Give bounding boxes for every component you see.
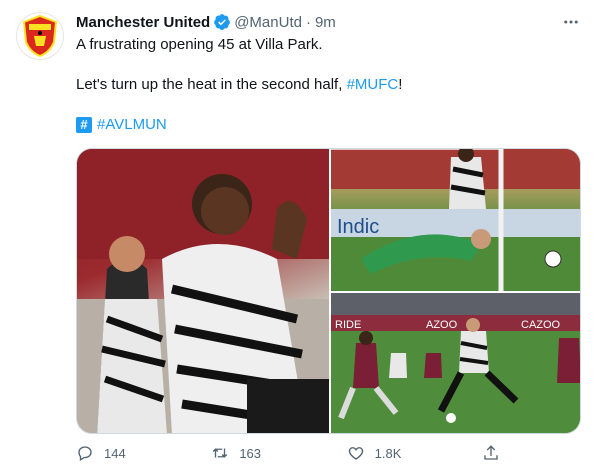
photo-goalkeeper-dive[interactable]: Indic: [331, 149, 580, 291]
author-handle[interactable]: @ManUtd: [234, 14, 302, 31]
photo-player-celebration[interactable]: [77, 149, 329, 433]
reply-button[interactable]: 144: [76, 444, 176, 462]
board-cazoo-text: CAZOO: [521, 319, 561, 331]
photo-grid: Indic RIDE AZOO CAZOO: [76, 148, 581, 434]
hashflag-line: # #AVLMUN: [76, 115, 581, 135]
hashtag-mufc-link[interactable]: #MUFC: [347, 76, 399, 93]
like-button[interactable]: 1.8K: [347, 444, 447, 462]
photo-match-action[interactable]: RIDE AZOO CAZOO: [331, 293, 580, 433]
retweet-icon: [213, 448, 228, 458]
board-ride-text: RIDE: [335, 319, 361, 331]
reply-count: 144: [104, 445, 126, 461]
tweet-text: A frustrating opening 45 at Villa Park. …: [76, 35, 581, 135]
hashtag-avlmun-link[interactable]: # #AVLMUN: [76, 115, 167, 135]
tweet-card[interactable]: Manchester United @ManUtd · 9m A frustra…: [0, 0, 596, 475]
more-options-icon[interactable]: [561, 12, 581, 32]
tweet-line-1: A frustrating opening 45 at Villa Park.: [76, 36, 323, 53]
tweet-actions: 144 163 1.8K: [76, 444, 506, 462]
tweet-content: Manchester United @ManUtd · 9m A frustra…: [76, 12, 581, 135]
hashtag-avlmun-text[interactable]: #AVLMUN: [97, 115, 167, 135]
avatar[interactable]: [16, 12, 64, 60]
share-icon: [484, 445, 498, 460]
reply-icon: [78, 446, 92, 461]
author-name[interactable]: Manchester United: [76, 14, 210, 31]
club-crest-icon: [22, 14, 58, 58]
verified-badge-icon: [213, 13, 231, 31]
board-azoo-text: AZOO: [426, 319, 458, 331]
retweet-button[interactable]: 163: [211, 444, 311, 462]
tweet-line-2-text: Let's turn up the heat in the second hal…: [76, 76, 347, 93]
tweet-line-2-end: !: [398, 76, 403, 93]
timestamp[interactable]: 9m: [315, 14, 336, 31]
tweet-header: Manchester United @ManUtd · 9m: [76, 12, 581, 32]
share-button[interactable]: [482, 444, 506, 462]
photo-match-illustration: RIDE AZOO CAZOO: [331, 293, 580, 433]
like-count: 1.8K: [374, 445, 402, 461]
heart-icon: [348, 447, 363, 460]
hashflag-icon: #: [76, 117, 92, 133]
board-indic-text: Indic: [337, 216, 379, 238]
retweet-count: 163: [239, 445, 262, 461]
photo-player-illustration: [77, 149, 329, 433]
separator: ·: [305, 13, 311, 31]
photo-goal-illustration: Indic: [331, 149, 580, 291]
tweet-line-2: Let's turn up the heat in the second hal…: [76, 75, 581, 95]
